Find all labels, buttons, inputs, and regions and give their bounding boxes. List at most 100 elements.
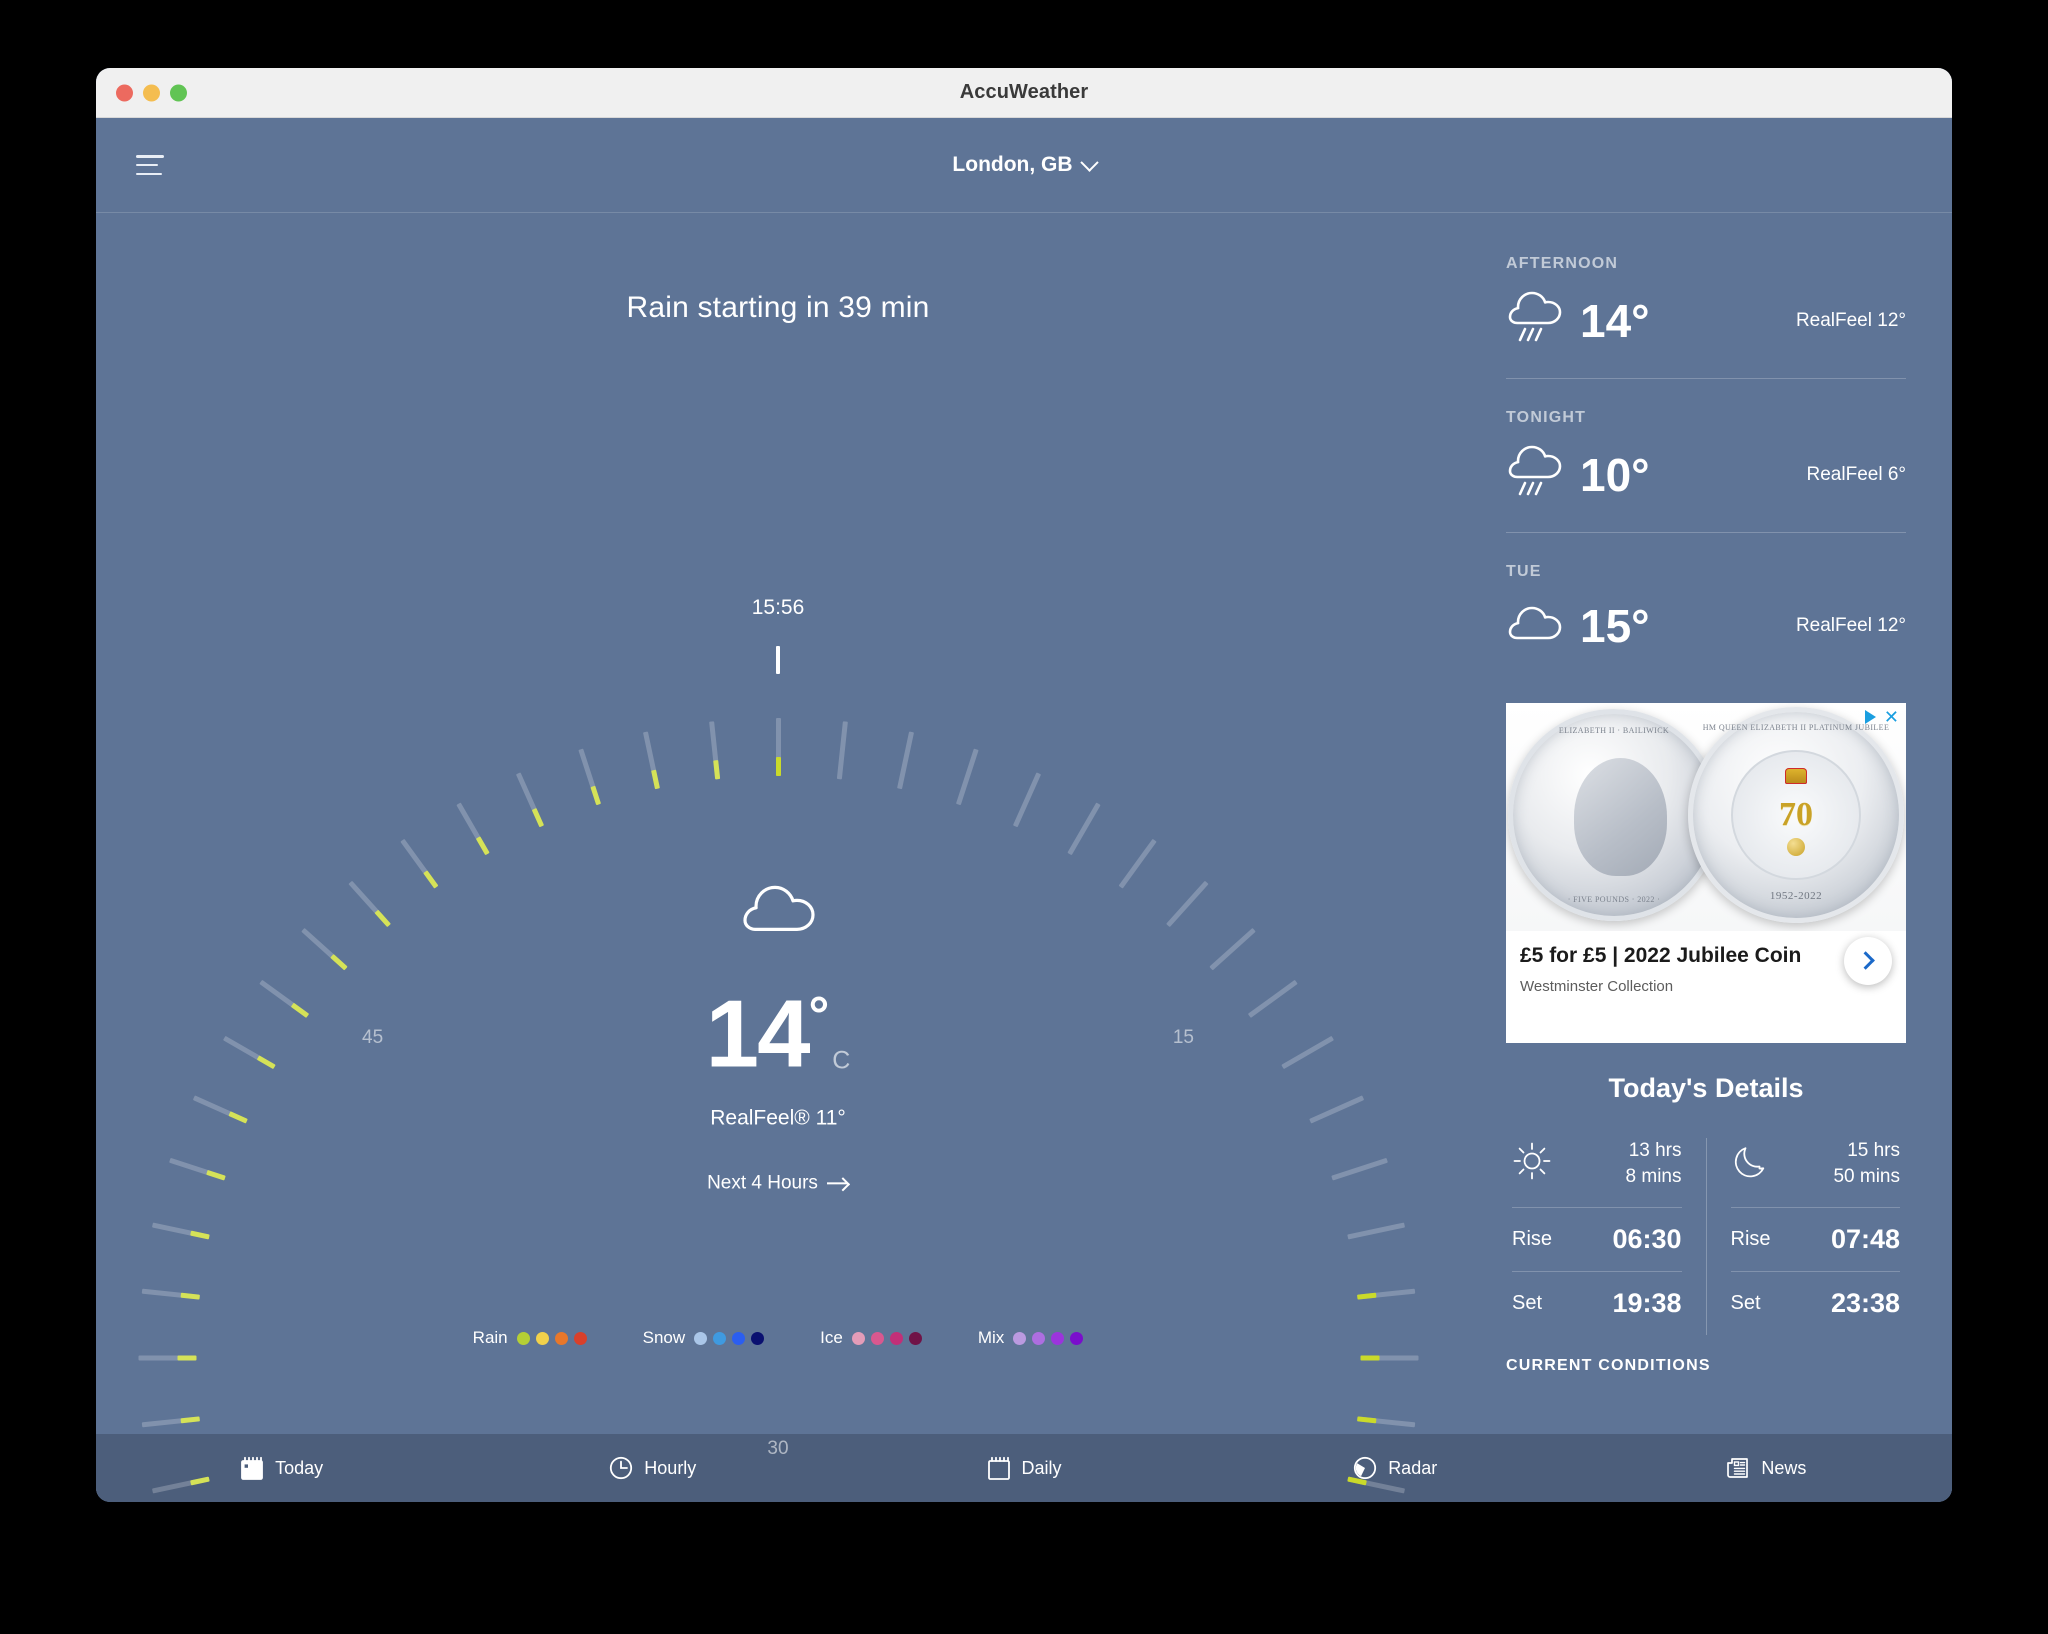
cloud-rain-icon (1506, 291, 1564, 350)
dial-tick (300, 927, 348, 971)
dial-tick (1330, 1157, 1388, 1181)
zoom-window-button[interactable] (170, 84, 187, 101)
screen: AccuWeather London, GB Rain starting in … (0, 0, 2048, 1634)
dial-tick (642, 731, 660, 790)
ad-title: £5 for £5 | 2022 Jubilee Coin (1520, 944, 1802, 967)
location-selector[interactable]: London, GB (952, 152, 1099, 177)
app-header: London, GB (96, 118, 1952, 213)
dial-tick (1066, 802, 1101, 856)
sun-duration-hours: 13 hrs (1628, 1140, 1682, 1161)
legend-swatch (694, 1331, 708, 1345)
sun-icon (1512, 1141, 1552, 1186)
close-window-button[interactable] (116, 84, 133, 101)
forecast-realfeel: RealFeel 12° (1795, 615, 1906, 636)
app-window: AccuWeather London, GB Rain starting in … (96, 68, 1952, 1502)
forecast-spacer (1506, 379, 1906, 409)
sunrise-label: Rise (1512, 1228, 1553, 1251)
legend-swatch (870, 1331, 884, 1345)
moon-icon (1731, 1141, 1771, 1186)
legend-swatch (1070, 1331, 1084, 1345)
ad-badges[interactable]: ✕ (1864, 708, 1899, 726)
dial-tick (168, 1157, 226, 1181)
cloud-icon (1506, 604, 1564, 649)
queen-portrait (1573, 758, 1667, 876)
legend-swatch (535, 1331, 549, 1345)
nav-item-label: News (1761, 1457, 1807, 1478)
minimize-window-button[interactable] (143, 84, 160, 101)
dial-tick (222, 1035, 276, 1070)
nav-item-label: Daily (1021, 1457, 1062, 1478)
sun-details: 13 hrs 8 mins Rise 06:30 Set 19:38 (1506, 1138, 1706, 1335)
legend-swatches (1013, 1331, 1084, 1345)
ad-cta-button[interactable] (1844, 936, 1892, 985)
precipitation-headline: Rain starting in 39 min (626, 291, 930, 324)
moonset-row: Set 23:38 (1731, 1272, 1901, 1335)
legend-swatch (1051, 1331, 1065, 1345)
moonset-label: Set (1730, 1292, 1761, 1315)
legend-swatch (732, 1331, 746, 1345)
legend-swatch (1013, 1331, 1027, 1345)
forecast-block[interactable]: TONIGHT 10° RealFeel 6° (1506, 409, 1906, 563)
forecast-realfeel: RealFeel 12° (1795, 309, 1906, 331)
legend-group-rain: Rain (473, 1328, 587, 1348)
moonset-value: 23:38 (1830, 1288, 1900, 1319)
dial-label-15: 15 (1172, 1027, 1194, 1048)
legend-group-mix: Mix (977, 1328, 1084, 1348)
dial-precip-tick (775, 757, 781, 776)
next-4-hours-label: Next 4 Hours (707, 1172, 818, 1194)
sunrise-value: 06:30 (1612, 1224, 1682, 1255)
sunset-row: Set 19:38 (1512, 1272, 1682, 1335)
dial-center-stack: 14 ° C RealFeel® 11° Next 4 Hours (408, 881, 1148, 1194)
legend-swatch (889, 1331, 903, 1345)
legend-group-snow: Snow (643, 1328, 765, 1348)
coin-reverse: HM QUEEN ELIZABETH II PLATINUM JUBILEE 7… (1688, 707, 1904, 923)
dial-label-45: 45 (362, 1027, 384, 1048)
radar-icon (1353, 1456, 1377, 1480)
cloud-icon (739, 881, 817, 938)
dial-tick (896, 731, 914, 790)
nav-item-radar[interactable]: Radar (1210, 1456, 1581, 1480)
forecast-block[interactable]: AFTERNOON 14° RealFeel 12° (1506, 255, 1906, 409)
dial-tick (347, 880, 391, 928)
forecast-list: AFTERNOON 14° RealFeel 12° TONIGHT 10° RealFe… (1506, 255, 1906, 681)
temperature-value: 14 (705, 980, 811, 1088)
legend-label: Mix (977, 1328, 1005, 1347)
legend-swatch (908, 1331, 922, 1345)
moonrise-row: Rise 07:48 (1730, 1208, 1900, 1273)
traffic-light-buttons[interactable] (116, 84, 187, 101)
nav-item-today[interactable]: Today (96, 1456, 467, 1481)
forecast-temperature: 15° (1580, 600, 1650, 652)
ad-advertiser: Westminster Collection (1520, 977, 1674, 995)
nav-item-label: Radar (1388, 1457, 1438, 1478)
legend-label: Ice (820, 1328, 843, 1347)
moon-duration-row: 15 hrs 50 mins (1730, 1138, 1900, 1209)
legend-group-ice: Ice (820, 1328, 922, 1348)
close-icon[interactable]: ✕ (1884, 708, 1899, 726)
legend-swatch (851, 1331, 865, 1345)
nav-item-news[interactable]: News (1581, 1456, 1952, 1480)
hamburger-icon[interactable] (136, 155, 164, 175)
orb-icon (1787, 838, 1805, 856)
forecast-block[interactable]: TUE 15° RealFeel 12° (1506, 563, 1906, 681)
cloud-rain-icon (1506, 445, 1564, 504)
legend-swatch (751, 1331, 765, 1345)
details-title: Today's Details (1608, 1073, 1804, 1103)
adchoices-icon[interactable] (1864, 710, 1876, 724)
legend-swatches (516, 1331, 587, 1345)
forecast-period-label: TUE (1506, 563, 1542, 580)
nav-item-daily[interactable]: Daily (838, 1456, 1209, 1481)
temperature-unit: C (832, 1046, 851, 1075)
legend-swatches (851, 1331, 922, 1345)
dial-tick (138, 1355, 196, 1361)
ad-image: ✕ ELIZABETH II · BAILIWICK · FIVE POUNDS… (1506, 703, 1906, 931)
legend-swatch (1032, 1331, 1046, 1345)
dial-now-time: 15:56 (751, 596, 805, 619)
main-panel: Rain starting in 39 min 15:56 15 30 45 1… (96, 213, 1460, 1494)
forecast-realfeel: RealFeel 6° (1806, 463, 1906, 485)
sunset-value: 19:38 (1612, 1288, 1682, 1319)
dial-tick (955, 748, 979, 806)
jubilee-ring: 70 (1731, 750, 1861, 880)
advertisement[interactable]: ✕ ELIZABETH II · BAILIWICK · FIVE POUNDS… (1506, 703, 1906, 1043)
dial-tick (836, 721, 848, 780)
next-4-hours-link[interactable]: Next 4 Hours (707, 1173, 849, 1195)
